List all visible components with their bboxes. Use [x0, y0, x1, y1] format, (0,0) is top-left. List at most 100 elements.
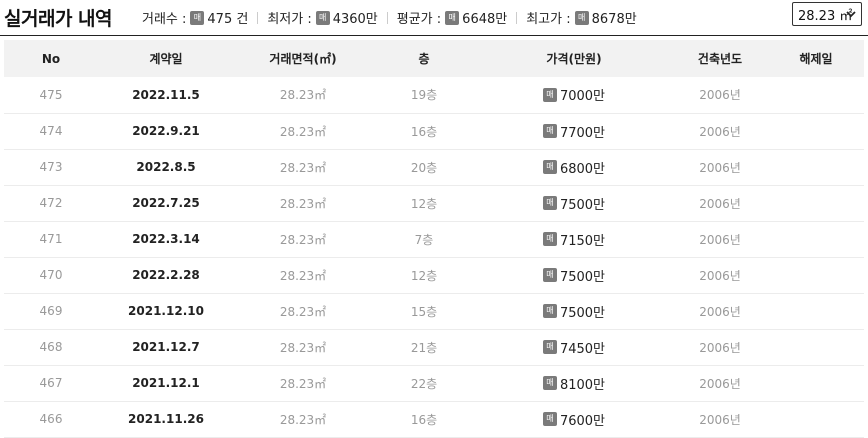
cell-cancel-date: [768, 365, 864, 401]
cell-price: 매 7450만: [476, 329, 672, 365]
table-row[interactable]: 470 2022.2.28 28.23㎡ 12층 매 7500만 2006년: [4, 257, 864, 293]
cell-contract-date: 2022.11.5: [132, 87, 200, 102]
table-row[interactable]: 472 2022.7.25 28.23㎡ 12층 매 7500만 2006년: [4, 185, 864, 221]
sale-badge-icon: 매: [542, 124, 557, 138]
stat-value: 475 건: [207, 12, 249, 27]
cell-floor: 16층: [410, 412, 438, 427]
table-row[interactable]: 474 2022.9.21 28.23㎡ 16층 매 7700만 2006년: [4, 113, 864, 149]
stat-value: 8678만: [591, 12, 637, 27]
column-header-no[interactable]: No: [4, 40, 98, 77]
table-header-row: No 계약일 거래면적(㎡) 층 가격(만원) 건축년도 해제일: [4, 40, 864, 77]
cell-floor: 19층: [410, 88, 438, 103]
cell-no: 470: [39, 268, 63, 282]
cell-build-year: 2006년: [699, 232, 741, 247]
cell-area: 28.23㎡: [279, 268, 327, 283]
cell-area: 28.23㎡: [279, 376, 327, 391]
sale-badge-icon: 매: [542, 268, 557, 282]
cell-no: 468: [39, 340, 63, 354]
price-value: 7000만: [559, 89, 606, 105]
cell-build-year: 2006년: [699, 412, 741, 427]
price-value: 7500만: [559, 269, 606, 285]
cell-no: 474: [39, 124, 63, 138]
price-value: 8100만: [559, 377, 606, 393]
table-row[interactable]: 467 2021.12.1 28.23㎡ 22층 매 8100만 2006년: [4, 365, 864, 401]
cell-build-year: 2006년: [699, 124, 741, 139]
cell-price: 매 7500만: [476, 257, 672, 293]
cell-contract-date: 2022.3.14: [132, 232, 200, 246]
cell-area: 28.23㎡: [279, 196, 327, 211]
cell-cancel-date: [768, 113, 864, 149]
sale-badge-icon: 매: [315, 10, 330, 25]
cell-no: 473: [39, 160, 63, 174]
sale-badge-icon: 매: [542, 340, 557, 354]
cell-floor: 12층: [410, 268, 438, 283]
stat-avg-price: 평균가 : 매 6648만: [397, 8, 507, 27]
sale-badge-icon: 매: [542, 87, 557, 102]
table-row[interactable]: 469 2021.12.10 28.23㎡ 15층 매 7500만 2006년: [4, 293, 864, 329]
column-header-floor[interactable]: 층: [372, 40, 476, 77]
price-value: 6800만: [559, 161, 606, 177]
cell-no: 466: [39, 412, 63, 426]
cell-price: 매 7600만: [476, 401, 672, 437]
cell-no: 469: [39, 304, 63, 318]
cell-contract-date: 2021.12.1: [132, 376, 200, 390]
cell-contract-date: 2022.9.21: [132, 124, 200, 138]
stat-value: 4360만: [332, 12, 378, 27]
cell-no: 475: [39, 87, 63, 102]
cell-contract-date: 2022.7.25: [132, 196, 200, 210]
cell-price: 매 7700만: [476, 113, 672, 149]
sale-badge-icon: 매: [542, 376, 557, 390]
column-header-price[interactable]: 가격(만원): [476, 40, 672, 77]
table-row[interactable]: 475 2022.11.5 28.23㎡ 19층 매 7000만 2006년: [4, 77, 864, 113]
cell-price: 매 7000만: [476, 77, 672, 113]
page-title: 실거래가 내역: [4, 8, 113, 30]
cell-cancel-date: [768, 77, 864, 113]
column-header-cancel-date[interactable]: 해제일: [768, 40, 864, 77]
column-header-area[interactable]: 거래면적(㎡): [234, 40, 372, 77]
price-value: 7700만: [559, 125, 606, 141]
cell-build-year: 2006년: [699, 304, 741, 319]
sale-badge-icon: 매: [542, 196, 557, 210]
column-header-contract-date[interactable]: 계약일: [98, 40, 234, 77]
sale-badge-icon: 매: [445, 10, 460, 25]
table-row[interactable]: 471 2022.3.14 28.23㎡ 7층 매 7150만 2006년: [4, 221, 864, 257]
divider: [516, 11, 518, 24]
stat-label: 거래수 :: [142, 12, 187, 27]
table-body: 475 2022.11.5 28.23㎡ 19층 매 7000만 2006년 474 2022.…: [4, 77, 864, 437]
cell-build-year: 2006년: [699, 268, 741, 283]
cell-cancel-date: [768, 257, 864, 293]
cell-build-year: 2006년: [699, 340, 741, 355]
cell-price: 매 6800만: [476, 149, 672, 185]
sale-badge-icon: 매: [190, 10, 205, 25]
table-row[interactable]: 466 2021.11.26 28.23㎡ 16층 매 7600만 2006년: [4, 401, 864, 437]
cell-cancel-date: [768, 293, 864, 329]
cell-price: 매 8100만: [476, 365, 672, 401]
table-row[interactable]: 468 2021.12.7 28.23㎡ 21층 매 7450만 2006년: [4, 329, 864, 365]
cell-contract-date: 2021.11.26: [128, 412, 204, 426]
sale-badge-icon: 매: [542, 160, 557, 174]
stat-label: 최저가 :: [267, 12, 312, 27]
divider: [257, 11, 259, 24]
summary-stats: 거래수 : 매 475 건 최저가 : 매 4360만 평균가 : 매 6648…: [142, 8, 637, 27]
table-row[interactable]: 473 2022.8.5 28.23㎡ 20층 매 6800만 2006년: [4, 149, 864, 185]
cell-area: 28.23㎡: [279, 304, 327, 319]
cell-area: 28.23㎡: [279, 88, 327, 103]
cell-no: 467: [39, 376, 63, 390]
cell-price: 매 7500만: [476, 293, 672, 329]
panel-header: 실거래가 내역 거래수 : 매 475 건 최저가 : 매 4360만 평균가 …: [0, 0, 868, 36]
cell-area: 28.23㎡: [279, 160, 327, 175]
stat-max-price: 최고가 : 매 8678만: [526, 8, 637, 27]
cell-floor: 12층: [410, 196, 438, 211]
cell-price: 매 7500만: [476, 185, 672, 221]
price-value: 7500만: [559, 197, 606, 213]
cell-contract-date: 2021.12.7: [132, 340, 200, 354]
column-header-build-year[interactable]: 건축년도: [672, 40, 768, 77]
cell-cancel-date: [768, 185, 864, 221]
cell-contract-date: 2022.2.28: [132, 268, 200, 282]
cell-cancel-date: [768, 329, 864, 365]
price-value: 7450만: [559, 341, 606, 357]
area-select[interactable]: 28.23 ㎡: [792, 2, 862, 26]
chevron-down-icon: [846, 11, 856, 18]
cell-floor: 20층: [410, 160, 438, 175]
price-value: 7600만: [559, 413, 606, 429]
